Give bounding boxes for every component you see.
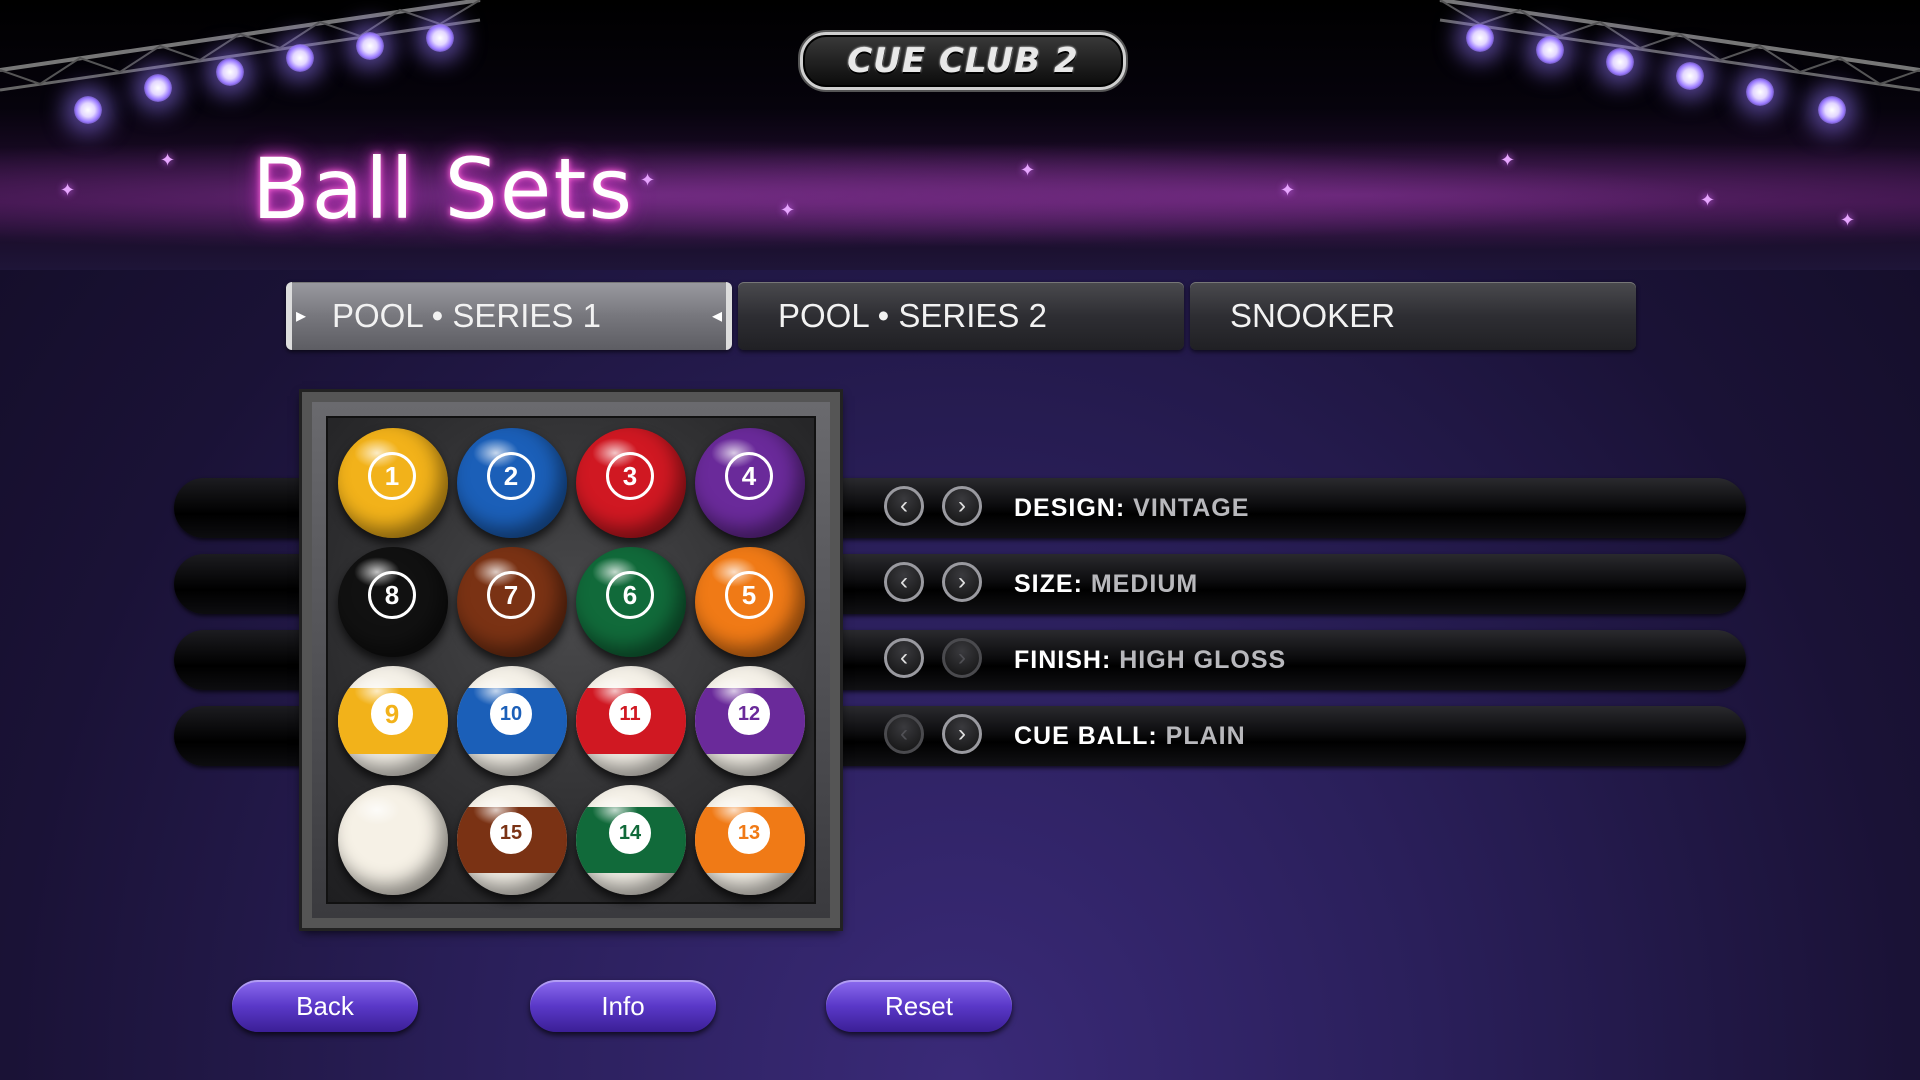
pool-ball: 5 [695, 547, 805, 657]
tab-marker-left-icon: ▸ [296, 305, 307, 327]
sparkle-icon: ✦ [780, 200, 796, 220]
chevron-left-icon[interactable]: ‹ [884, 486, 924, 526]
option-label: DESIGN: VINTAGE [1014, 478, 1249, 538]
chevron-left-icon[interactable]: ‹ [884, 638, 924, 678]
pool-ball: 2 [457, 428, 567, 538]
sparkle-icon: ✦ [1280, 180, 1296, 200]
cue-ball [338, 785, 448, 895]
option-name: CUE BALL: [1014, 722, 1158, 750]
ball-highlight [711, 676, 757, 706]
tab-marker-right-icon: ◂ [711, 305, 722, 327]
ball-highlight [473, 795, 519, 825]
option-row-finish: ‹ › FINISH: HIGH GLOSS [840, 630, 1746, 690]
ball-highlight [592, 438, 638, 468]
reset-button[interactable]: Reset [826, 980, 1012, 1032]
stage-light-icon [216, 58, 244, 86]
option-value: MEDIUM [1090, 570, 1199, 598]
option-label: FINISH: HIGH GLOSS [1014, 630, 1286, 690]
pool-ball: 15 [457, 785, 567, 895]
option-name: FINISH: [1014, 646, 1112, 674]
ball-highlight [592, 676, 638, 706]
tab-snooker[interactable]: SNOOKER [1190, 282, 1636, 350]
option-row-left-cap [174, 554, 314, 614]
option-value: HIGH GLOSS [1119, 646, 1287, 674]
sparkle-icon: ✦ [1020, 160, 1036, 180]
ball-highlight [473, 676, 519, 706]
pool-ball: 8 [338, 547, 448, 657]
stage-light-icon [1676, 62, 1704, 90]
stage-light-icon [1536, 36, 1564, 64]
ball-highlight [354, 438, 400, 468]
chevron-right-icon[interactable]: › [942, 562, 982, 602]
ball-highlight [354, 795, 400, 825]
tab-label: SNOOKER [1230, 297, 1396, 334]
option-label: SIZE: MEDIUM [1014, 554, 1198, 614]
chevron-right-icon[interactable]: › [942, 638, 982, 678]
ball-highlight [354, 557, 400, 587]
stage-light-icon [1606, 48, 1634, 76]
stage-light-icon [286, 44, 314, 72]
option-name: SIZE: [1014, 570, 1083, 598]
stage-light-icon [74, 96, 102, 124]
pool-ball: 3 [576, 428, 686, 538]
sparkle-icon: ✦ [160, 150, 176, 170]
chevron-left-icon[interactable]: ‹ [884, 562, 924, 602]
sparkle-icon: ✦ [60, 180, 76, 200]
game-logo-text: CUE CLUB 2 [847, 41, 1079, 81]
ball-highlight [473, 438, 519, 468]
pool-ball: 10 [457, 666, 567, 776]
stage-light-icon [144, 74, 172, 102]
pool-ball: 1 [338, 428, 448, 538]
tab-pool-series-2[interactable]: POOL • SERIES 2 [738, 282, 1184, 350]
option-row-design: ‹ › DESIGN: VINTAGE [840, 478, 1746, 538]
option-row-size: ‹ › SIZE: MEDIUM [840, 554, 1746, 614]
sparkle-icon: ✦ [1700, 190, 1716, 210]
option-row-left-cap [174, 706, 314, 766]
ball-highlight [711, 438, 757, 468]
pool-ball: 14 [576, 785, 686, 895]
option-row-cue-ball: ‹ › CUE BALL: PLAIN [840, 706, 1746, 766]
page-title: Ball Sets [252, 140, 635, 238]
chevron-right-icon[interactable]: › [942, 486, 982, 526]
info-button[interactable]: Info [530, 980, 716, 1032]
pool-ball: 11 [576, 666, 686, 776]
sparkle-icon: ✦ [640, 170, 656, 190]
ball-set-preview: 1 2 3 4 8 7 6 5 9 10 11 12 15 14 13 [302, 392, 840, 928]
sparkle-icon: ✦ [1500, 150, 1516, 170]
sparkle-icon: ✦ [1840, 210, 1856, 230]
back-button[interactable]: Back [232, 980, 418, 1032]
tab-pool-series-1[interactable]: ▸ POOL • SERIES 1 ◂ [286, 282, 732, 350]
stage-light-icon [1466, 24, 1494, 52]
option-row-left-cap [174, 478, 314, 538]
ball-highlight [592, 795, 638, 825]
option-value: VINTAGE [1133, 494, 1250, 522]
pool-ball: 7 [457, 547, 567, 657]
ball-grid: 1 2 3 4 8 7 6 5 9 10 11 12 15 14 13 [326, 416, 816, 904]
stage-light-icon [1818, 96, 1846, 124]
ball-sets-screen: ✦ ✦ ✦ ✦ ✦ ✦ ✦ ✦ ✦ CUE CLUB 2 Ball Sets ▸… [0, 0, 1920, 1080]
chevron-left-icon[interactable]: ‹ [884, 714, 924, 754]
pool-ball: 12 [695, 666, 805, 776]
option-row-left-cap [174, 630, 314, 690]
option-name: DESIGN: [1014, 494, 1126, 522]
stage-light-icon [426, 24, 454, 52]
stage-light-icon [1746, 78, 1774, 106]
ball-highlight [473, 557, 519, 587]
tab-label: POOL • SERIES 1 [332, 297, 601, 334]
game-logo: CUE CLUB 2 [800, 32, 1126, 90]
ball-highlight [711, 795, 757, 825]
tab-label: POOL • SERIES 2 [778, 297, 1047, 334]
stage-light-icon [356, 32, 384, 60]
ball-highlight [592, 557, 638, 587]
option-label: CUE BALL: PLAIN [1014, 706, 1246, 766]
pool-ball: 4 [695, 428, 805, 538]
option-value: PLAIN [1165, 722, 1246, 750]
chevron-right-icon[interactable]: › [942, 714, 982, 754]
pool-ball: 13 [695, 785, 805, 895]
pool-ball: 9 [338, 666, 448, 776]
ball-highlight [711, 557, 757, 587]
pool-ball: 6 [576, 547, 686, 657]
ball-highlight [354, 676, 400, 706]
